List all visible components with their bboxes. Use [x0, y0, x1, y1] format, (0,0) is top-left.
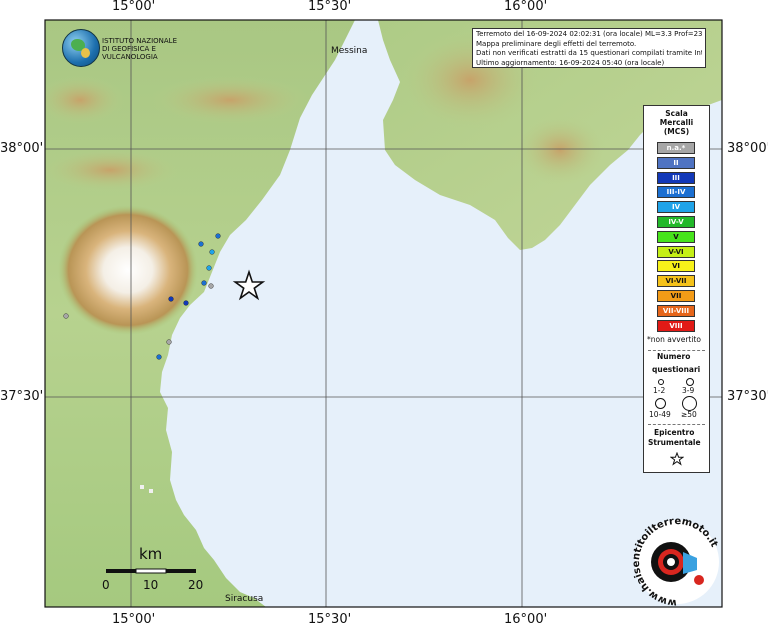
- intensity-point: [156, 354, 162, 360]
- legend-note: *non avvertito: [647, 335, 701, 344]
- lat-label-38-00: 38°00': [0, 141, 44, 156]
- count-label-3-9: 3-9: [682, 386, 695, 395]
- intensity-point: [166, 339, 172, 345]
- intensity-point: [201, 280, 207, 286]
- scale-tick-0: 0: [102, 578, 110, 592]
- legend-swatch: n.a.*: [657, 142, 695, 154]
- lon-label-15-00-bottom: 15°00': [112, 612, 156, 627]
- lon-label-16-00: 16°00': [504, 0, 548, 14]
- legend-swatch: VIII: [657, 319, 695, 332]
- lat-label-37-30-right: 37°30': [727, 389, 768, 404]
- count-label-1-2: 1-2: [653, 386, 666, 395]
- legend-swatch: III: [657, 171, 695, 184]
- intensity-point: [168, 296, 174, 302]
- legend-swatch: II: [657, 156, 695, 169]
- lon-label-16-00-bottom: 16°00': [504, 612, 548, 627]
- place-messina: Messina: [331, 46, 368, 56]
- legend-title-3: (MCS): [663, 127, 690, 136]
- intensity-point: [183, 300, 189, 306]
- legend-swatch: IV-V: [657, 216, 695, 228]
- lon-label-15-30: 15°30': [308, 0, 352, 14]
- haisentito-badge[interactable]: www.haisentitoilterremoto.it: [633, 518, 721, 606]
- legend-swatch: VI-VII: [657, 275, 695, 288]
- intensity-point: [208, 283, 214, 289]
- globe-icon: [62, 29, 100, 67]
- legend-swatch: V: [657, 230, 695, 243]
- intensity-point: [215, 233, 221, 239]
- info-line-4: Ultimo aggiornamento: 16-09-2024 05:40 (…: [476, 58, 665, 67]
- legend-swatch: V-VI: [657, 245, 695, 258]
- place-siracusa: Siracusa: [225, 594, 264, 604]
- info-line-1: Terremoto del 16-09-2024 02:02:31 (ora l…: [476, 30, 702, 38]
- legend-swatch: IV: [657, 201, 695, 214]
- star-icon: [670, 452, 684, 466]
- count-label-10-49: 10-49: [649, 410, 671, 419]
- count-circle-small: [658, 379, 664, 385]
- ingv-logo: ISTITUTO NAZIONALE DI GEOFISICA E VULCAN…: [62, 29, 202, 69]
- lat-label-37-30: 37°30': [0, 389, 44, 404]
- epi-title-1: Epicentro: [654, 428, 695, 437]
- event-info-box: Terremoto del 16-09-2024 02:02:31 (ora l…: [472, 28, 706, 68]
- intensity-point: [209, 249, 215, 255]
- lon-label-15-30-bottom: 15°30': [308, 612, 352, 627]
- legend-swatch: VI: [657, 260, 695, 273]
- epi-title-2: Strumentale: [648, 438, 701, 447]
- intensity-point: [198, 241, 204, 247]
- legend-title-1: Scala: [665, 109, 688, 118]
- mcs-legend: Scala Mercalli (MCS) n.a.* II III III-IV IV I…: [643, 105, 710, 473]
- count-circle-large: [655, 398, 666, 409]
- legend-title-2: Mercalli: [659, 118, 694, 127]
- count-circle-xlarge: [682, 396, 697, 411]
- scale-title: km: [139, 545, 163, 563]
- info-line-3: Dati non verificati estratti da 15 quest…: [476, 49, 702, 57]
- count-label-50: ≥50: [681, 410, 697, 419]
- scale-bar: [106, 568, 196, 574]
- intensity-point: [206, 265, 212, 271]
- legend-swatch: VII-VIII: [657, 304, 695, 317]
- intensity-point: [63, 313, 69, 319]
- legend-swatch: VII: [657, 290, 695, 302]
- count-title-1: Numero: [657, 352, 691, 361]
- logo-line-2: DI GEOFISICA E VULCANOLOGIA: [102, 45, 158, 61]
- count-circle-medium: [686, 378, 694, 386]
- lat-label-38-00-right: 38°00': [727, 141, 768, 156]
- legend-swatch: III-IV: [657, 186, 695, 199]
- logo-line-1: ISTITUTO NAZIONALE: [102, 37, 178, 45]
- scale-tick-10: 10: [143, 578, 159, 592]
- count-title-2: questionari: [652, 365, 701, 374]
- info-line-2: Mappa preliminare degli effetti del terr…: [476, 39, 637, 48]
- lon-label-15-00: 15°00': [112, 0, 156, 14]
- scale-tick-20: 20: [188, 578, 204, 592]
